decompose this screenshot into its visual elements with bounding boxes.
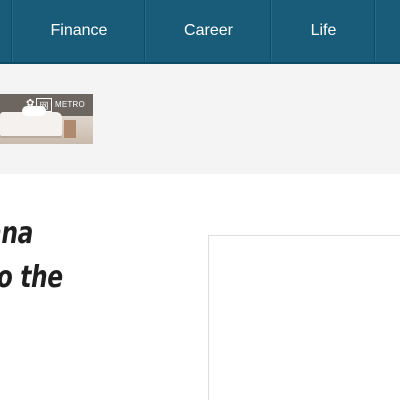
advertisement-strip: ✿ 网 METRO [0,64,400,174]
ad-brand-glyph: 网 [39,101,49,112]
nav-item-label: Life [310,22,337,39]
top-navigation-bar: Finance Career Life [0,0,400,64]
nav-divider [374,0,375,62]
nav-divider [144,0,145,62]
nav-item-career[interactable]: Career [145,0,271,62]
sidebar-widget [208,235,400,400]
ad-brand-logo: 网 [36,98,52,112]
flower-logo-icon: ✿ [26,98,35,109]
nav-item-finance[interactable]: Finance [12,0,145,62]
headline-line: ana [0,216,34,251]
ad-brand-text: METRO [55,100,85,109]
nav-item-label: Career [184,22,233,39]
nav-divider [270,0,271,62]
nav-item-previous[interactable] [0,0,12,62]
headline-line: to the [0,260,63,295]
ad-nightstand-image [64,120,76,138]
nav-item-life[interactable]: Life [271,0,375,62]
nav-item-label: Finance [50,22,108,39]
ad-banner-bedroom[interactable]: ✿ 网 METRO [0,94,93,144]
article-headline[interactable]: ana to the [0,212,142,300]
nav-item-next[interactable] [375,0,400,62]
